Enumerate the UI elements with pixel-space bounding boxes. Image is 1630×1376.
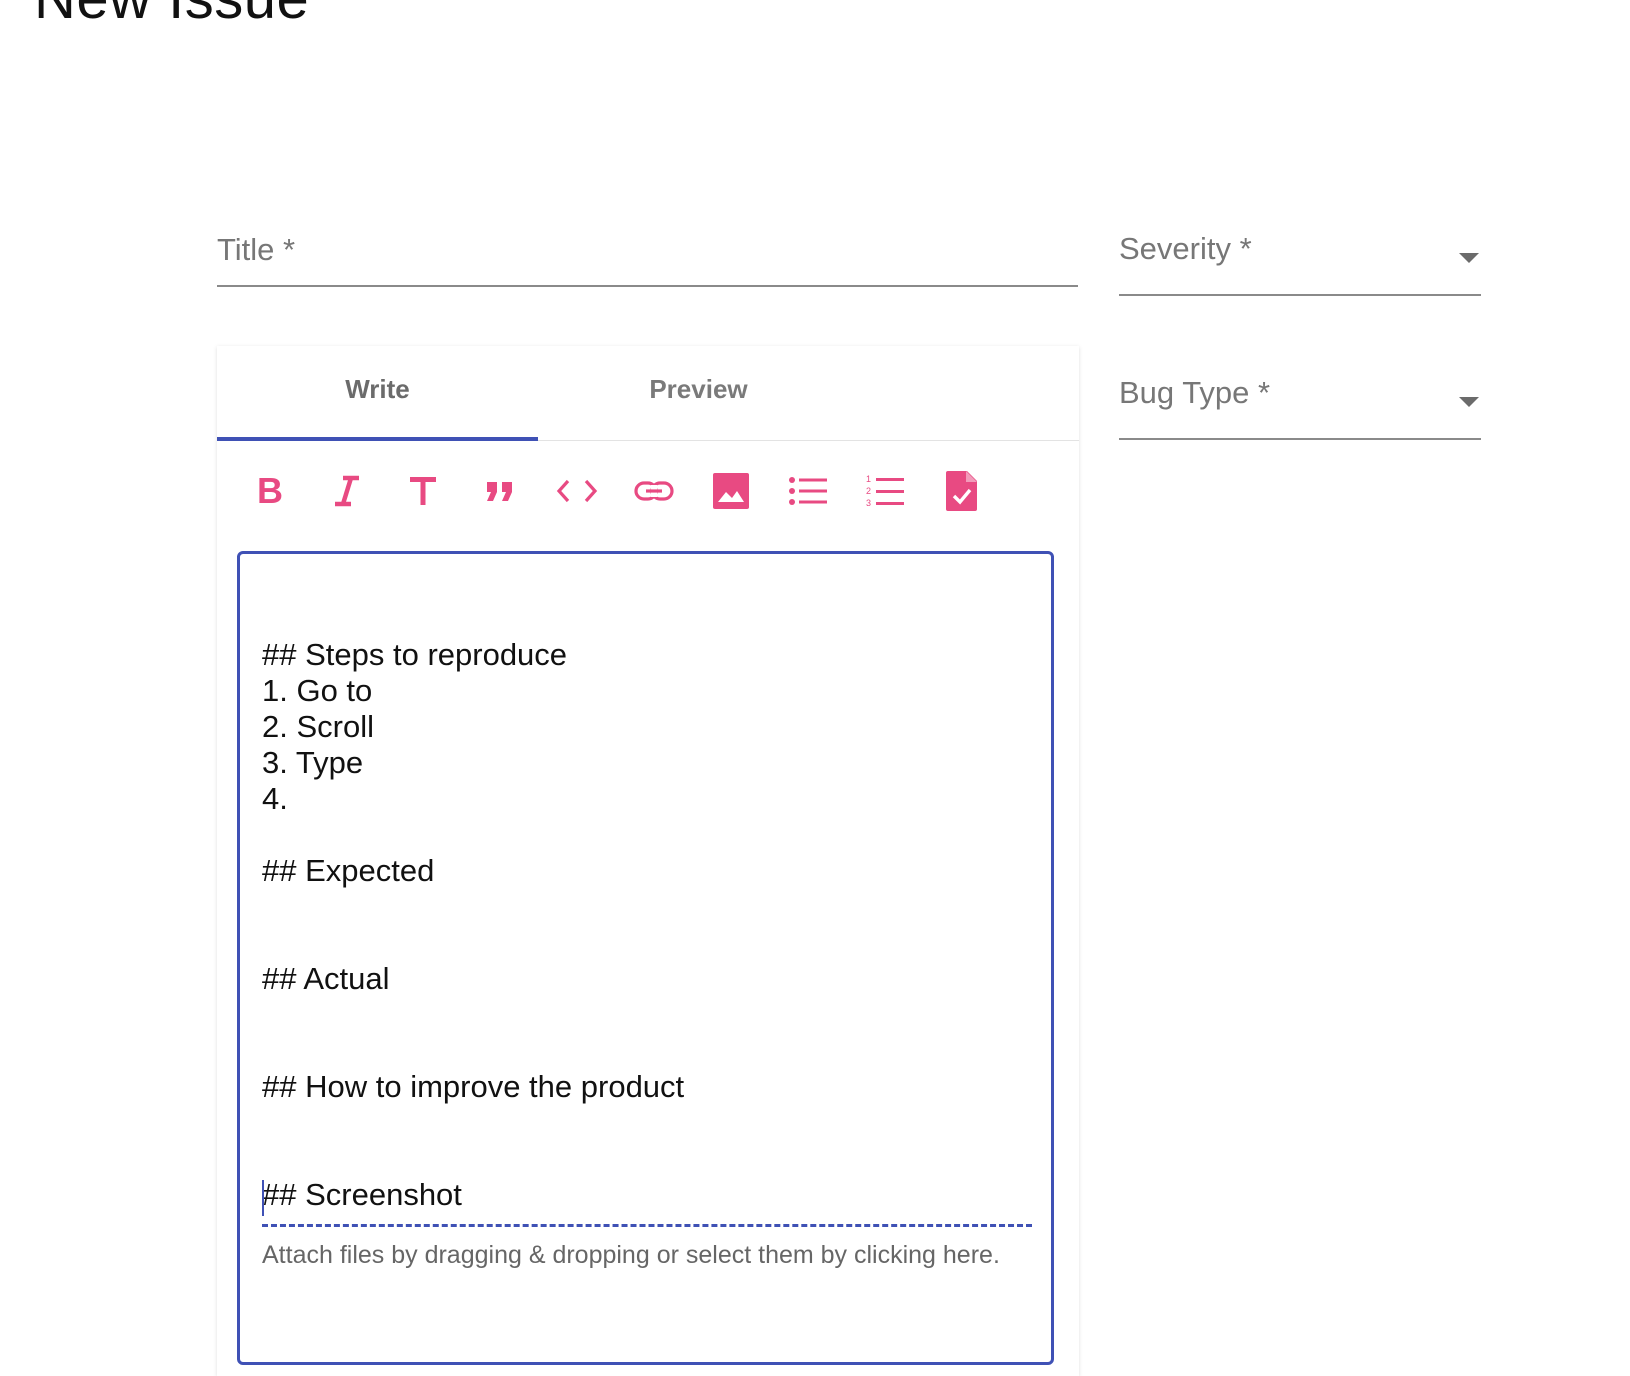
editor-tab-bar: Write Preview: [217, 346, 1079, 441]
severity-dropdown-arrow-icon[interactable]: [1459, 253, 1479, 263]
image-icon[interactable]: [706, 466, 756, 516]
title-field-label: Title *: [217, 232, 296, 267]
bug-type-dropdown-arrow-icon[interactable]: [1459, 397, 1479, 407]
bug-type-select-label: Bug Type *: [1119, 375, 1271, 410]
title-field[interactable]: Title *: [217, 226, 1078, 287]
svg-text:1: 1: [866, 474, 871, 484]
checked-list-icon[interactable]: [937, 466, 987, 516]
italic-icon[interactable]: [322, 466, 372, 516]
link-icon[interactable]: [629, 466, 679, 516]
ordered-list-icon[interactable]: 1 2 3: [860, 466, 910, 516]
text-caret: [262, 1180, 264, 1216]
svg-text:2: 2: [866, 486, 871, 496]
markdown-text[interactable]: ## Steps to reproduce 1. Go to 2. Scroll…: [262, 601, 1022, 1213]
markdown-editor: Write Preview B 1 2 3 ## Steps to reprod…: [217, 346, 1079, 1376]
dropzone-divider: [262, 1224, 1032, 1227]
page-title: New Issue: [34, 0, 309, 29]
quote-icon[interactable]: [475, 466, 525, 516]
active-tab-indicator: [217, 437, 538, 441]
severity-select-label: Severity *: [1119, 231, 1252, 266]
tab-preview[interactable]: Preview: [538, 346, 859, 440]
svg-text:3: 3: [866, 498, 871, 508]
tab-write[interactable]: Write: [217, 346, 538, 440]
attach-files-link[interactable]: Attach files by dragging & dropping or s…: [262, 1241, 1000, 1270]
bug-type-select[interactable]: Bug Type *: [1119, 370, 1481, 440]
unordered-list-icon[interactable]: [783, 466, 833, 516]
code-icon[interactable]: [552, 466, 602, 516]
svg-text:B: B: [257, 474, 283, 508]
bold-icon[interactable]: B: [245, 466, 295, 516]
header-icon[interactable]: [398, 466, 448, 516]
markdown-textarea[interactable]: ## Steps to reproduce 1. Go to 2. Scroll…: [237, 551, 1054, 1365]
severity-select[interactable]: Severity *: [1119, 226, 1481, 296]
